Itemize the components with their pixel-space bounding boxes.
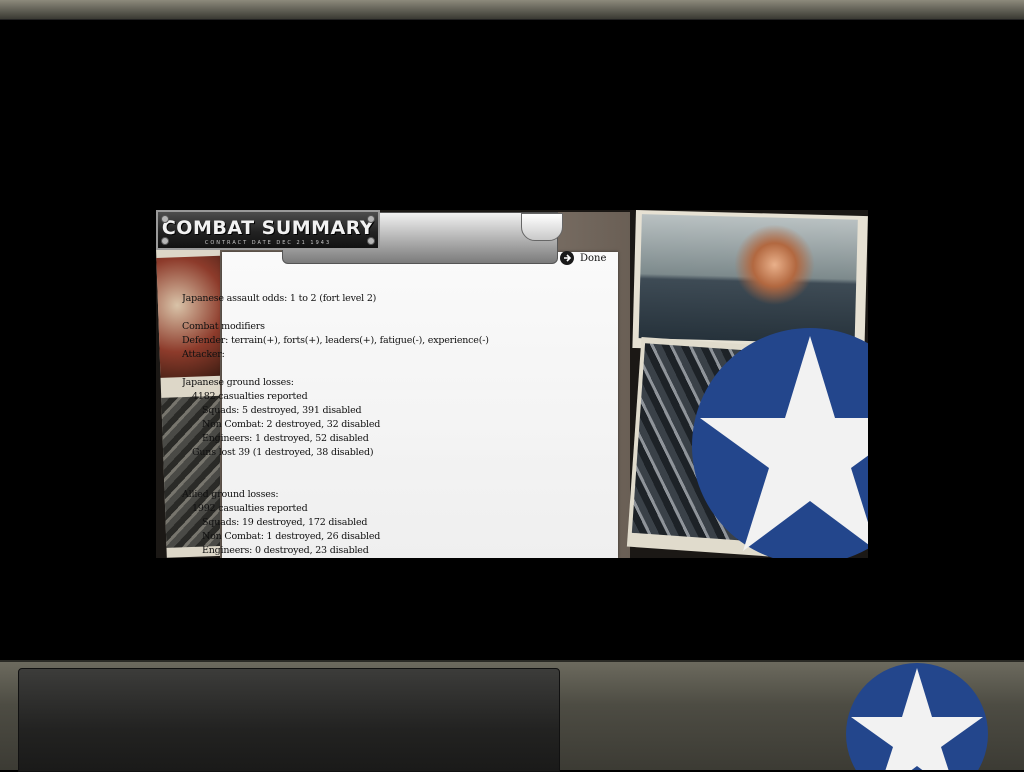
- report-line: Defender: terrain(+), forts(+), leaders(…: [182, 335, 489, 346]
- report-line: [182, 362, 542, 376]
- dialog-title-plate: COMBAT SUMMARY CONTRACT DATE DEC 21 1943: [156, 210, 380, 250]
- report-line: Engineers: 0 destroyed, 23 disabled: [202, 545, 369, 556]
- battleship-image: [638, 214, 858, 344]
- done-label: Done: [580, 252, 607, 264]
- report-line: Squads: 5 destroyed, 391 disabled: [202, 405, 362, 416]
- us-star-roundel-icon: [692, 328, 868, 558]
- arrow-right-circle-icon: [560, 251, 574, 265]
- top-menu-bar: [0, 0, 1024, 20]
- report-line: Combat modifiers: [182, 321, 265, 332]
- report-line: [182, 460, 542, 474]
- bottom-info-panel: [18, 668, 560, 772]
- combat-report-text: Japanese assault odds: 1 to 2 (fort leve…: [182, 292, 542, 556]
- combat-summary-dialog: Done ▲ ▼ Japanese assault odds: 1 to 2 (…: [156, 210, 868, 558]
- report-line: [182, 306, 542, 320]
- report-line: Allied ground losses:: [182, 489, 279, 500]
- report-line: [182, 474, 542, 488]
- dialog-title: COMBAT SUMMARY: [161, 217, 375, 239]
- bottom-status-bar: [0, 660, 1024, 772]
- report-line: Non Combat: 1 destroyed, 26 disabled: [202, 531, 381, 542]
- report-line: Japanese ground losses:: [182, 377, 294, 388]
- report-line: Engineers: 1 destroyed, 52 disabled: [202, 433, 369, 444]
- rivet: [367, 237, 375, 245]
- rivet: [161, 215, 169, 223]
- report-line: Japanese assault odds: 1 to 2 (fort leve…: [182, 293, 377, 304]
- clip-knob: [521, 213, 563, 241]
- report-line: Guns lost 39 (1 destroyed, 38 disabled): [192, 447, 374, 458]
- report-line: 1992 casualties reported: [192, 503, 308, 514]
- report-line: Squads: 19 destroyed, 172 disabled: [202, 517, 368, 528]
- rivet: [367, 215, 375, 223]
- report-line: Non Combat: 2 destroyed, 32 disabled: [202, 419, 381, 430]
- us-star-roundel-icon[interactable]: [845, 662, 989, 770]
- rivet: [161, 237, 169, 245]
- dialog-subtitle: CONTRACT DATE DEC 21 1943: [204, 240, 332, 246]
- report-line: Attacker:: [182, 349, 225, 360]
- report-line: 4182 casualties reported: [192, 391, 308, 402]
- done-button[interactable]: Done: [560, 250, 606, 266]
